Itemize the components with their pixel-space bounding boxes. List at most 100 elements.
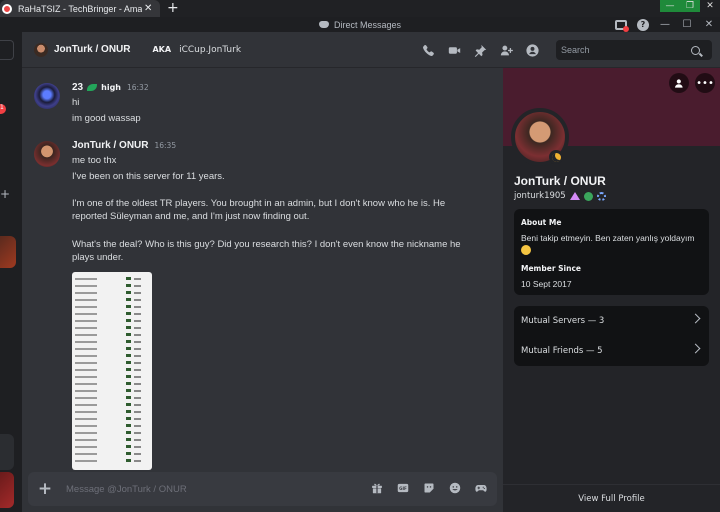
emoji-button[interactable] xyxy=(448,481,461,494)
pin-icon xyxy=(474,44,486,57)
browser-tab[interactable]: RaHaTSIZ - TechBringer - Amazin ✕ xyxy=(0,0,160,17)
message-text: What's the deal? Who is this guy? Did yo… xyxy=(72,239,461,263)
message-text: im good wassap xyxy=(72,113,141,124)
attachment-row xyxy=(72,352,152,359)
mutual-links: Mutual Servers — 3 Mutual Friends — 5 xyxy=(514,306,709,366)
message-author[interactable]: JonTurk / ONUR xyxy=(72,140,148,151)
dm-avatar[interactable] xyxy=(0,472,14,508)
hypesquad-badge-icon xyxy=(569,192,580,200)
app-title-bar: Direct Messages ? — ☐ ✕ xyxy=(0,17,720,32)
tab-close-icon[interactable]: ✕ xyxy=(144,3,152,14)
unread-badge: 1 xyxy=(0,104,6,114)
attachment-row xyxy=(72,338,152,345)
message-text: hi xyxy=(72,97,80,108)
video-call-button[interactable] xyxy=(446,42,462,58)
attachment-row xyxy=(72,422,152,429)
inbox-icon xyxy=(615,19,629,32)
view-full-profile-button[interactable]: View Full Profile xyxy=(503,484,720,512)
attachment-row xyxy=(72,366,152,373)
create-dm-button[interactable]: + xyxy=(0,187,10,201)
attachment-row xyxy=(72,331,152,338)
attachment-row xyxy=(72,415,152,422)
attachment-row xyxy=(72,296,152,303)
profile-display-name: JonTurk / ONUR xyxy=(514,174,606,188)
image-attachment[interactable] xyxy=(72,272,152,470)
discord-logo-icon xyxy=(318,21,329,28)
add-user-icon xyxy=(500,45,513,55)
attachment-row xyxy=(72,408,152,415)
message-text: I've been on this server for 11 years. xyxy=(72,171,225,182)
member-since-label: Member Since xyxy=(521,264,581,273)
message-header: JonTurk / ONUR 16:35 xyxy=(72,140,176,151)
mutual-servers-link[interactable]: Mutual Servers — 3 xyxy=(514,306,709,336)
message-input[interactable] xyxy=(66,483,356,495)
search-icon xyxy=(691,45,700,55)
browser-close-button[interactable]: ✕ xyxy=(700,0,720,12)
find-conversation-input[interactable] xyxy=(0,40,14,60)
message-text: I'm one of the oldest TR players. You br… xyxy=(72,198,446,222)
window-title-text: Direct Messages xyxy=(333,19,402,30)
inbox-button[interactable] xyxy=(610,17,632,32)
aka-name: iCCup.JonTurk xyxy=(179,44,242,55)
message-composer: + GIF xyxy=(28,472,497,506)
composer-toolbar: GIF xyxy=(370,481,487,494)
dm-recipient-name[interactable]: JonTurk / ONUR xyxy=(54,44,130,55)
more-options-button[interactable]: ••• xyxy=(695,73,715,93)
idle-status-icon xyxy=(549,150,563,164)
upload-plus-button[interactable]: + xyxy=(28,472,62,506)
about-me-bio: Beni takip etmeyin. Ben zaten yanlış yol… xyxy=(521,233,695,243)
leaf-tag-icon xyxy=(87,84,98,91)
add-friends-to-dm-button[interactable] xyxy=(498,42,514,58)
attachment-row xyxy=(72,394,152,401)
attachment-row xyxy=(72,401,152,408)
maximize-button[interactable]: ☐ xyxy=(676,17,698,32)
attachment-row xyxy=(72,345,152,352)
attachment-row xyxy=(72,373,152,380)
aka-label: AKA xyxy=(150,44,174,55)
help-button[interactable]: ? xyxy=(632,17,654,32)
user-profile-toggle-button[interactable] xyxy=(524,42,540,58)
video-camera-icon xyxy=(448,46,460,54)
browser-restore-button[interactable]: ❐ xyxy=(680,0,700,12)
member-since-date: 10 Sept 2017 xyxy=(521,279,572,289)
browser-minimize-button[interactable]: — xyxy=(660,0,680,12)
browser-tab-title: RaHaTSIZ - TechBringer - Amazin xyxy=(18,3,142,14)
dm-avatar[interactable] xyxy=(0,434,14,470)
mutual-friends-label: Mutual Friends — 5 xyxy=(521,346,603,356)
minimize-button[interactable]: — xyxy=(654,17,676,32)
mutual-friends-link[interactable]: Mutual Friends — 5 xyxy=(514,336,709,366)
voice-call-button[interactable] xyxy=(420,42,436,58)
gift-button[interactable] xyxy=(370,481,383,494)
about-card: About Me Beni takip etmeyin. Ben zaten y… xyxy=(514,209,709,295)
pinned-messages-button[interactable] xyxy=(472,42,488,58)
author-avatar[interactable] xyxy=(34,83,60,109)
message-header: 23 high 16:32 xyxy=(72,82,149,93)
attachment-row xyxy=(72,429,152,436)
activities-button[interactable] xyxy=(474,481,487,494)
attachment-row xyxy=(72,324,152,331)
close-button[interactable]: ✕ xyxy=(698,17,720,32)
attachment-row xyxy=(72,317,152,324)
author-avatar[interactable] xyxy=(34,141,60,167)
sticker-button[interactable] xyxy=(422,481,435,494)
search-bar xyxy=(556,40,712,60)
attachment-row xyxy=(72,359,152,366)
add-friend-button[interactable] xyxy=(669,73,689,93)
search-input[interactable] xyxy=(561,45,691,55)
emoji-smile-icon xyxy=(449,482,460,493)
message-author[interactable]: 23 xyxy=(72,82,83,93)
attachment-row xyxy=(72,282,152,289)
gamepad-icon xyxy=(474,484,487,492)
add-friend-icon xyxy=(674,78,683,88)
gif-button[interactable]: GIF xyxy=(396,481,409,494)
profile-username: jonturk1905 xyxy=(514,191,566,201)
dm-avatar[interactable] xyxy=(0,236,16,268)
attachment-row xyxy=(72,387,152,394)
attachment-row xyxy=(72,457,152,464)
new-tab-button[interactable]: + xyxy=(167,0,179,16)
help-icon: ? xyxy=(637,18,649,31)
site-favicon-icon xyxy=(2,3,12,14)
window-title: Direct Messages xyxy=(318,19,402,30)
message-list: 23 high 16:32 hi im good wassap JonTurk … xyxy=(22,68,503,512)
header-avatar xyxy=(34,42,48,57)
